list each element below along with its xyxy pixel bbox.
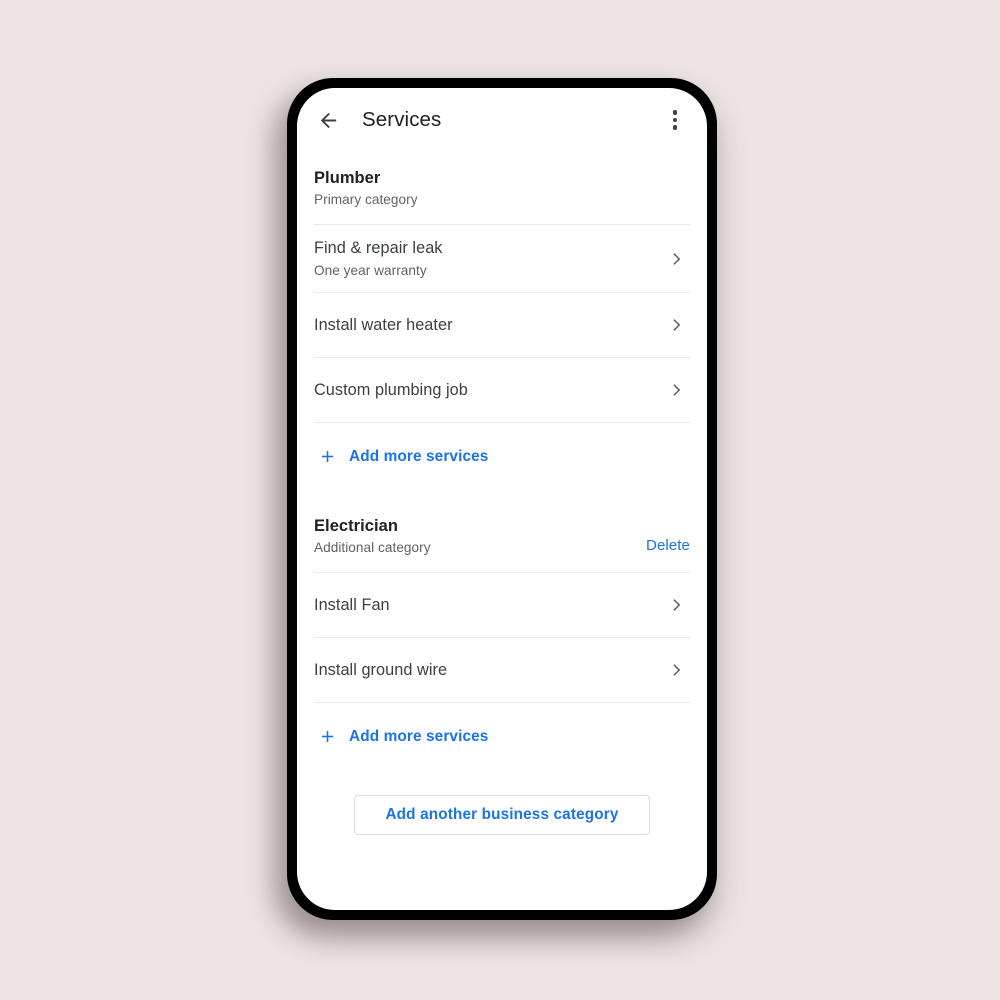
more-vertical-icon[interactable] bbox=[662, 106, 688, 134]
service-title: Install water heater bbox=[314, 315, 453, 334]
service-text: Custom plumbing job bbox=[314, 379, 468, 402]
category-header-text: Electrician Additional category bbox=[314, 515, 431, 558]
service-text: Install Fan bbox=[314, 594, 390, 617]
service-title: Install Fan bbox=[314, 595, 390, 614]
service-row[interactable]: Find & repair leak One year warranty bbox=[314, 225, 690, 292]
add-more-services-button[interactable]: Add more services bbox=[314, 703, 690, 769]
plus-icon bbox=[317, 446, 337, 466]
add-more-services-label: Add more services bbox=[349, 727, 489, 745]
add-another-business-category-button[interactable]: Add another business category bbox=[354, 795, 650, 835]
service-title: Custom plumbing job bbox=[314, 380, 468, 399]
service-title: Find & repair leak bbox=[314, 238, 443, 257]
chevron-right-icon[interactable] bbox=[666, 248, 688, 270]
add-more-services-label: Add more services bbox=[349, 447, 489, 465]
service-subtitle: One year warranty bbox=[314, 262, 427, 278]
category-header: Plumber Primary category bbox=[314, 152, 690, 224]
add-category-footer: Add another business category bbox=[297, 795, 707, 835]
service-row[interactable]: Install Fan bbox=[314, 573, 690, 637]
chevron-right-icon[interactable] bbox=[666, 314, 688, 336]
menu-dot bbox=[672, 110, 678, 115]
category-header-text: Plumber Primary category bbox=[314, 167, 418, 210]
service-row[interactable]: Custom plumbing job bbox=[314, 358, 690, 422]
menu-dot bbox=[672, 117, 678, 123]
service-text: Find & repair leak One year warranty bbox=[314, 237, 443, 281]
plus-icon bbox=[317, 726, 337, 746]
category-name: Electrician bbox=[314, 517, 399, 535]
menu-dot bbox=[672, 125, 678, 130]
service-text: Install water heater bbox=[314, 314, 453, 337]
back-arrow-icon[interactable] bbox=[314, 106, 342, 134]
category-subtitle: Additional category bbox=[314, 540, 431, 555]
page-title: Services bbox=[362, 108, 442, 131]
category-header: Electrician Additional category Delete bbox=[314, 489, 690, 572]
chevron-right-icon[interactable] bbox=[666, 594, 688, 616]
add-more-services-button[interactable]: Add more services bbox=[314, 423, 690, 489]
category-block: Electrician Additional category Delete Inst… bbox=[297, 489, 707, 769]
delete-category-link[interactable]: Delete bbox=[646, 535, 690, 556]
app-bar: Services bbox=[297, 88, 707, 152]
service-row[interactable]: Install water heater bbox=[314, 293, 690, 357]
chevron-right-icon[interactable] bbox=[666, 379, 688, 401]
phone-screen: Services Plumber Primary category Find & r… bbox=[297, 88, 707, 910]
service-title: Install ground wire bbox=[314, 660, 448, 679]
category-block: Plumber Primary category Find & repair lea… bbox=[297, 152, 707, 489]
category-subtitle: Primary category bbox=[314, 192, 418, 207]
service-text: Install ground wire bbox=[314, 659, 447, 682]
phone-frame: Services Plumber Primary category Find & r… bbox=[287, 78, 717, 920]
service-row[interactable]: Install ground wire bbox=[314, 638, 690, 702]
services-content: Plumber Primary category Find & repair lea… bbox=[297, 152, 707, 835]
category-name: Plumber bbox=[314, 169, 381, 187]
chevron-right-icon[interactable] bbox=[666, 659, 688, 681]
